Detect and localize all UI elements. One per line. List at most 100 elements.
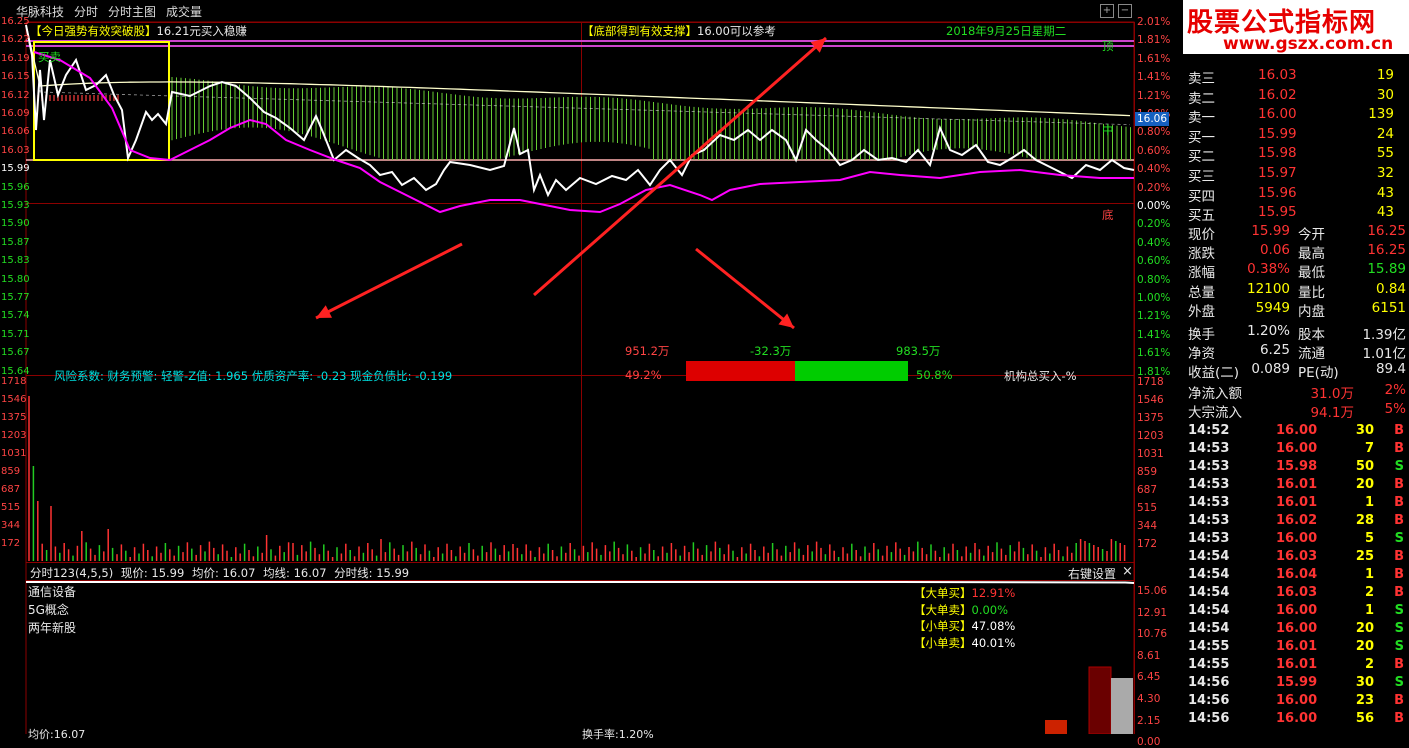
tick-row[interactable]: 14:56 15.99 30 S xyxy=(1188,675,1408,693)
order-book-row[interactable]: 卖一 16.00 139 xyxy=(1188,106,1408,127)
quote-value: 15.89 xyxy=(1367,261,1406,278)
right-click-settings[interactable]: 右键设置 xyxy=(1068,565,1116,582)
order-book-row[interactable]: 买二 15.98 55 xyxy=(1188,145,1408,166)
quote-value: 16.25 xyxy=(1367,223,1406,239)
quote-value: 15.99 xyxy=(1251,223,1290,239)
tick-row[interactable]: 14:53 16.00 7 B xyxy=(1188,441,1408,459)
tick-row[interactable]: 14:54 16.03 25 B xyxy=(1188,549,1408,567)
order-legend-label: 【小单卖】 xyxy=(914,635,972,650)
tick-row[interactable]: 14:54 16.00 1 S xyxy=(1188,603,1408,621)
quote-label: 涨跌 xyxy=(1188,246,1215,263)
volume-tick: 515 xyxy=(1137,502,1158,514)
indicator-header: 分时123(4,5,5) 现价: 15.99 均价: 16.07 均线: 16.… xyxy=(30,566,410,580)
quote-row: 收益(二) 0.089 PE(动) 89.4 xyxy=(1188,361,1408,381)
order-legend-value: 40.01% xyxy=(971,635,1016,650)
tick-price: 16.04 xyxy=(1276,567,1318,582)
tick-row[interactable]: 14:55 16.01 2 B xyxy=(1188,657,1408,675)
quote-value: 0.84 xyxy=(1375,280,1406,297)
price-tick: 15.64 xyxy=(1,365,30,377)
tick-time: 14:56 xyxy=(1188,675,1230,690)
order-book-row[interactable]: 卖三 16.03 19 xyxy=(1188,67,1408,87)
tick-row[interactable]: 14:54 16.04 1 B xyxy=(1188,567,1408,585)
order-book-row[interactable]: 卖二 16.02 30 xyxy=(1188,86,1408,107)
price-tick: 15.67 xyxy=(1,347,30,359)
quote-row: 换手 1.20% 股本 1.39亿 xyxy=(1188,323,1408,343)
tick-volume: 30 xyxy=(1355,423,1374,438)
indicator-tick: 10.76 xyxy=(1137,628,1168,641)
order-book-row[interactable]: 买三 15.97 32 xyxy=(1188,165,1408,185)
price-tick: 15.71 xyxy=(1,328,30,340)
order-book-label: 卖一 xyxy=(1188,110,1215,127)
add-icon[interactable]: + xyxy=(1100,4,1114,18)
net-flow-pct: 5% xyxy=(1384,401,1406,417)
order-book-row[interactable]: 买五 15.95 43 xyxy=(1188,204,1408,224)
tick-volume: 2 xyxy=(1364,585,1374,600)
order-book-label: 买二 xyxy=(1188,149,1215,166)
quote-row: 涨跌 0.06 最高 16.25 xyxy=(1188,242,1408,263)
quote-label: 现价 xyxy=(1188,227,1215,243)
quote-label: 净资 xyxy=(1188,346,1215,363)
tick-price: 16.00 xyxy=(1276,603,1318,618)
order-book-volume: 24 xyxy=(1376,125,1394,142)
tick-side: S xyxy=(1394,531,1404,546)
tick-row[interactable]: 14:53 15.98 50 S xyxy=(1188,459,1408,477)
tick-row[interactable]: 14:53 16.01 20 B xyxy=(1188,477,1408,495)
tick-side: B xyxy=(1394,711,1404,726)
tick-row[interactable]: 14:55 16.01 20 S xyxy=(1188,639,1408,657)
volume-tick: 344 xyxy=(1137,520,1158,532)
order-legend-value: 0.00% xyxy=(971,602,1009,617)
bottom-label: 底 xyxy=(1102,208,1114,222)
net-flow-pct: 2% xyxy=(1384,382,1406,398)
tick-row[interactable]: 14:52 16.00 30 B xyxy=(1188,423,1408,441)
tick-side: B xyxy=(1394,477,1404,492)
tick-row[interactable]: 14:56 16.00 56 B xyxy=(1188,711,1408,729)
order-book-price: 16.02 xyxy=(1258,86,1297,103)
quote-value: 1.39亿 xyxy=(1362,327,1406,343)
order-book-price: 15.98 xyxy=(1258,145,1297,162)
volume-tick: 344 xyxy=(1,520,21,531)
order-legend-value: 47.08% xyxy=(971,619,1016,633)
percent-tick: 1.41% xyxy=(1137,328,1171,341)
volume-tick: 687 xyxy=(1137,484,1158,496)
tick-row[interactable]: 14:54 16.00 20 S xyxy=(1188,621,1408,639)
tick-row[interactable]: 14:53 16.02 28 B xyxy=(1188,513,1408,531)
order-legend-item: 【小单卖】40.01% xyxy=(914,635,1015,651)
tab-intraday[interactable]: 分时 xyxy=(74,3,98,20)
tick-row[interactable]: 14:53 16.00 5 S xyxy=(1188,531,1408,549)
tick-time: 14:53 xyxy=(1188,531,1230,546)
volume-tick: 515 xyxy=(1,502,21,513)
price-tick: 15.99 xyxy=(1,163,30,175)
price-tick: 16.19 xyxy=(1,52,30,64)
order-book-label: 买一 xyxy=(1188,129,1215,146)
percent-tick: 0.00% xyxy=(1137,200,1171,212)
quote-value: 0.06 xyxy=(1259,242,1290,259)
percent-tick: 2.01% xyxy=(1137,16,1171,28)
order-book-volume: 43 xyxy=(1376,184,1394,201)
tick-time: 14:52 xyxy=(1188,423,1230,438)
tick-price: 16.01 xyxy=(1276,495,1318,510)
volume-tick: 1203 xyxy=(1,430,27,441)
percent-tick: 0.40% xyxy=(1137,163,1171,176)
tick-side: S xyxy=(1394,621,1404,636)
arrow-left xyxy=(315,242,463,320)
tick-row[interactable]: 14:56 16.00 23 B xyxy=(1188,693,1408,711)
tick-price: 16.00 xyxy=(1276,531,1318,546)
tick-price: 16.01 xyxy=(1276,639,1318,654)
tab-intraday-main[interactable]: 分时主图 xyxy=(108,3,156,20)
net-flow-label: 净流入额 xyxy=(1188,386,1242,402)
tick-time: 14:53 xyxy=(1188,477,1230,492)
tick-row[interactable]: 14:54 16.03 2 B xyxy=(1188,585,1408,603)
percent-tick: 0.60% xyxy=(1137,144,1171,157)
price-line xyxy=(25,24,1135,198)
percent-tick: 1.61% xyxy=(1137,347,1171,360)
price-tick: 15.74 xyxy=(1,310,30,322)
tab-volume[interactable]: 成交量 xyxy=(166,3,202,20)
order-book-price: 15.95 xyxy=(1258,204,1297,221)
order-book-row[interactable]: 买四 15.96 43 xyxy=(1188,184,1408,205)
tick-row[interactable]: 14:53 16.01 1 B xyxy=(1188,495,1408,513)
order-book-row[interactable]: 买一 15.99 24 xyxy=(1188,125,1408,146)
minimize-icon[interactable]: − xyxy=(1118,4,1132,18)
net-flow-row: 净流入额 31.0万 2% xyxy=(1188,382,1408,402)
volume-tick: 1718 xyxy=(1137,376,1164,388)
close-icon[interactable]: × xyxy=(1122,564,1133,579)
